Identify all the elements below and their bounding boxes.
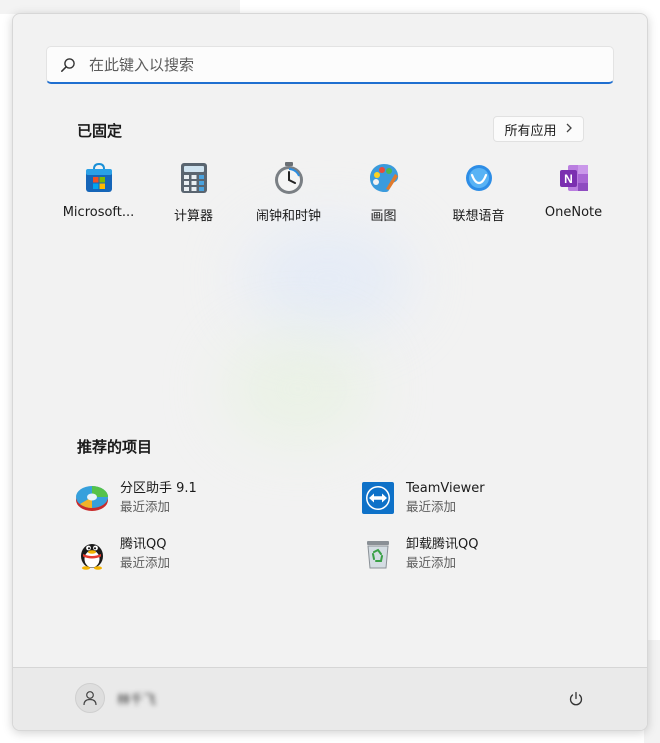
user-icon (83, 691, 97, 706)
search-icon (59, 56, 77, 74)
search-input[interactable] (87, 54, 571, 75)
recommended-section-title: 推荐的项目 (77, 438, 153, 456)
recommended-item-subtitle: 最近添加 (120, 555, 171, 570)
acrylic-glow (223, 334, 373, 444)
power-icon (569, 691, 583, 706)
recycle-bin-icon (361, 537, 395, 571)
lenovo-voice-icon (462, 161, 496, 195)
pinned-app-onenote[interactable]: N OneNote (526, 161, 621, 231)
search-box[interactable] (46, 46, 614, 84)
paint-palette-icon (367, 161, 401, 195)
background-window-edge (0, 0, 240, 14)
all-apps-button[interactable]: 所有应用 (493, 116, 584, 142)
recommended-item-partition-assistant[interactable]: 分区助手 9.1 最近添加 (75, 476, 335, 520)
app-label: 闹钟和时钟 (255, 209, 321, 224)
user-name: 林千飞 (117, 692, 157, 708)
avatar (75, 683, 105, 713)
pinned-section-title: 已固定 (77, 122, 123, 140)
alarm-clock-icon (272, 161, 306, 195)
power-button[interactable] (563, 686, 589, 712)
recommended-item-teamviewer[interactable]: TeamViewer 最近添加 (361, 476, 621, 520)
pinned-app-calculator[interactable]: 计算器 (146, 161, 241, 231)
pinned-app-paint[interactable]: 画图 (336, 161, 431, 231)
recommended-item-qq[interactable]: 腾讯QQ 最近添加 (75, 532, 335, 576)
recommended-item-name: 分区助手 9.1 (120, 481, 197, 496)
recommended-item-uninstall-qq[interactable]: 卸载腾讯QQ 最近添加 (361, 532, 621, 576)
teamviewer-icon (361, 481, 395, 515)
pinned-app-alarm-clock[interactable]: 闹钟和时钟 (241, 161, 336, 231)
app-label: OneNote (544, 205, 603, 220)
partition-assistant-icon (75, 481, 109, 515)
recommended-item-subtitle: 最近添加 (120, 499, 171, 514)
recommended-item-subtitle: 最近添加 (406, 499, 457, 514)
pinned-apps-grid: Microsoft... 计算器 闹钟和时钟 画图 联想语音 N OneNote (51, 161, 621, 231)
recommended-item-name: 卸载腾讯QQ (406, 537, 479, 552)
qq-penguin-icon (75, 537, 109, 571)
pinned-app-lenovo-voice[interactable]: 联想语音 (431, 161, 526, 231)
chevron-right-icon (565, 122, 573, 136)
app-label: Microsoft... (62, 205, 135, 220)
pinned-app-microsoft-store[interactable]: Microsoft... (51, 161, 146, 231)
all-apps-label: 所有应用 (504, 123, 557, 139)
app-label: 联想语音 (452, 209, 505, 224)
calculator-icon (177, 161, 211, 195)
app-label: 画图 (370, 209, 397, 224)
user-account-button[interactable]: 林千飞 (75, 683, 156, 713)
microsoft-store-icon (82, 161, 116, 195)
start-menu-footer: 林千飞 (13, 667, 647, 730)
recommended-item-name: TeamViewer (406, 481, 485, 496)
acrylic-glow (243, 224, 413, 334)
start-menu: 已固定 所有应用 Microsoft... (12, 13, 648, 731)
app-label: 计算器 (173, 209, 213, 224)
recommended-item-subtitle: 最近添加 (406, 555, 457, 570)
svg-text:N: N (564, 172, 573, 186)
onenote-icon: N (557, 161, 591, 195)
recommended-item-name: 腾讯QQ (120, 537, 167, 552)
